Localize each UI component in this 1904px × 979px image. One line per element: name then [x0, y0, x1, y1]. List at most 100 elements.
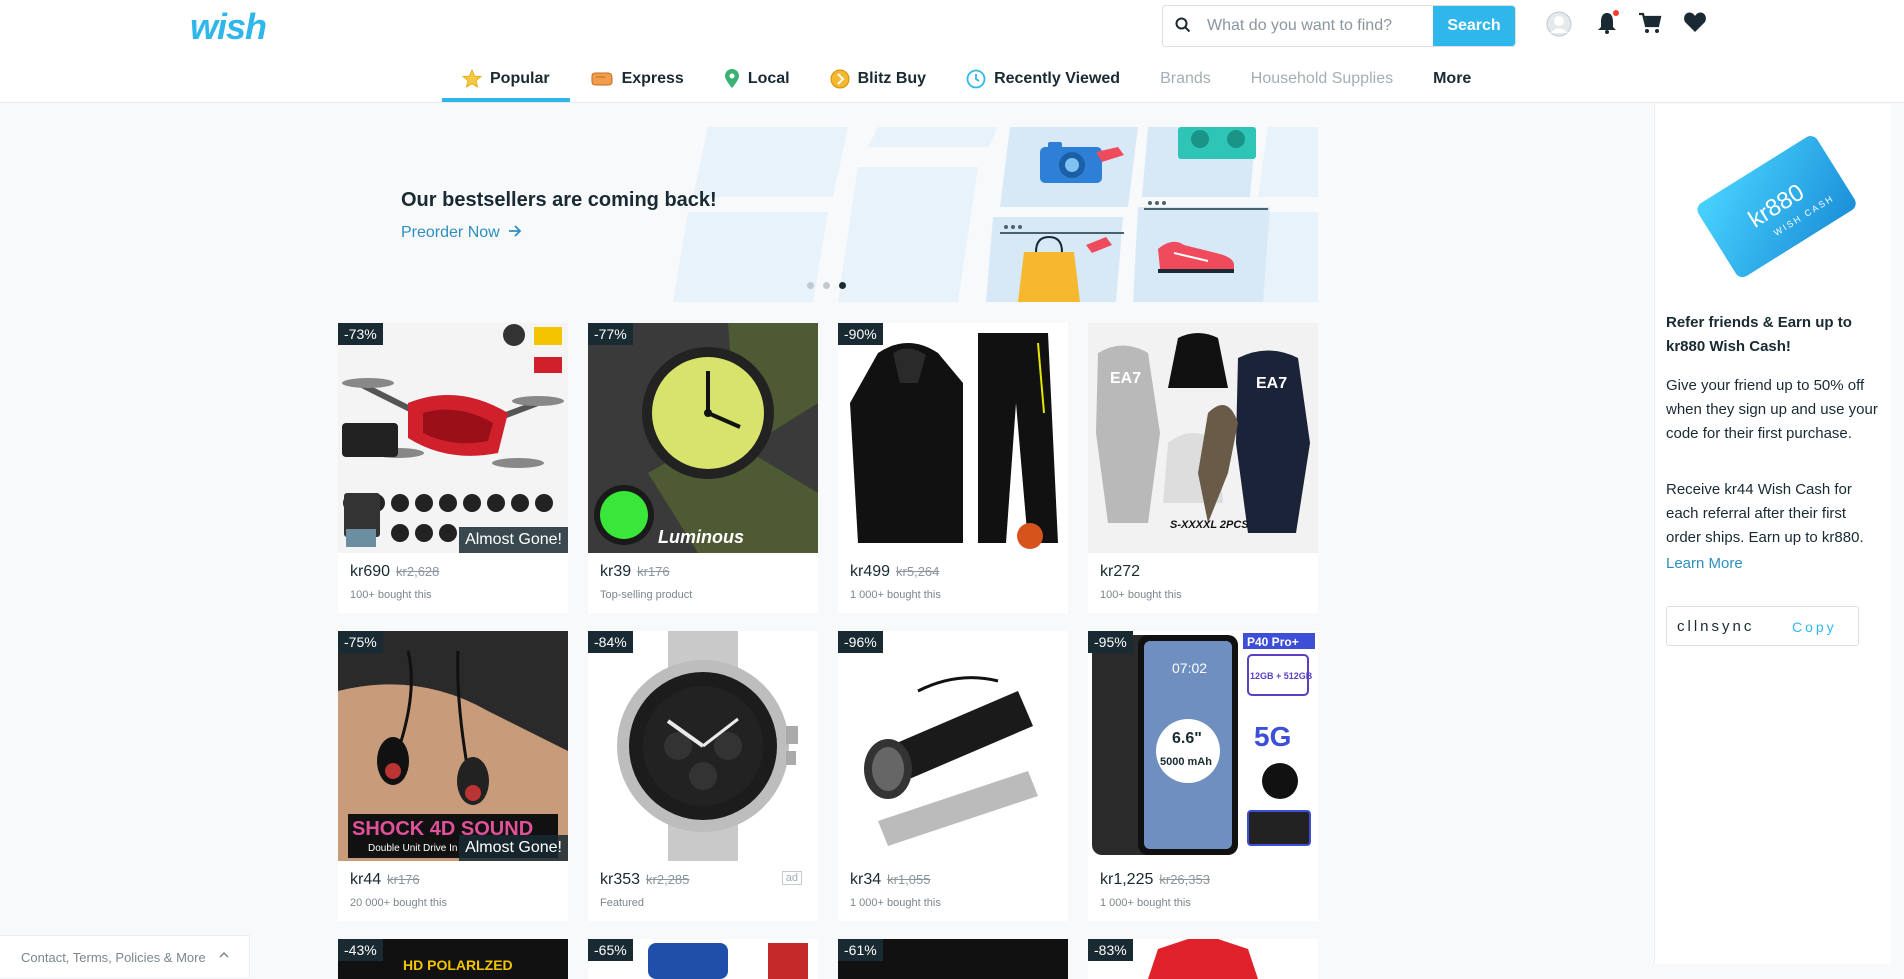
preorder-link-label: Preorder Now [401, 224, 500, 241]
bought-count: 1 000+ bought this [850, 589, 941, 601]
product-card[interactable]: HD POLARLZED -43% [338, 939, 568, 979]
green-watch-image: Luminous [588, 323, 818, 553]
arrow-right-icon [509, 225, 522, 237]
ea7-logo-text: EA7 [1110, 370, 1141, 387]
tab-household-supplies[interactable]: Household Supplies [1231, 56, 1413, 102]
battery-text: 5000 mAh [1160, 756, 1212, 768]
price-row: kr499 kr5,264 [838, 553, 1068, 583]
tab-popular[interactable]: Popular [442, 56, 570, 102]
copy-button[interactable]: Copy [1792, 619, 1837, 635]
ad-badge: ad [781, 871, 802, 885]
discount-badge: -65% [588, 939, 633, 961]
bought-count: Top-selling product [600, 589, 693, 601]
price: kr44 [350, 871, 382, 888]
discount-badge: -43% [338, 939, 383, 961]
product-card[interactable]: SHOCK 4D SOUND Double Unit Drive In -75%… [338, 631, 568, 921]
product-image: -84% [588, 631, 818, 861]
silver-watch-image [588, 631, 818, 861]
refer-description: Give your friend up to 50% off when they… [1666, 377, 1878, 442]
watch-image-text: Luminous [658, 527, 744, 547]
product-image: -83% [1088, 939, 1318, 979]
wish-logo[interactable]: wish [190, 6, 267, 48]
price-row: kr39 kr176 [588, 553, 818, 583]
product-card[interactable]: -61% [838, 939, 1068, 979]
product-image: SHOCK 4D SOUND Double Unit Drive In -75%… [338, 631, 568, 861]
search-bar: Search [1162, 5, 1516, 47]
product-card[interactable]: 07:02 6.6" 5000 mAh P40 Pro+ 12GB + 512G… [1088, 631, 1318, 921]
price-row: kr1,225 kr26,353 [1088, 861, 1318, 891]
phone-image: 07:02 6.6" 5000 mAh P40 Pro+ 12GB + 512G… [1088, 631, 1318, 861]
preorder-now-link[interactable]: Preorder Now [401, 224, 522, 242]
product-card[interactable]: Luminous -77% kr39 kr176 Top-selling prod… [588, 323, 818, 613]
almost-gone-label: Almost Gone! [459, 527, 568, 553]
product-card[interactable]: -84% kr353 kr2,285 ad Featured [588, 631, 818, 921]
referral-code: cllnsync [1677, 618, 1755, 635]
learn-more-link[interactable]: Learn More [1666, 555, 1743, 572]
banner-title: Our bestsellers are coming back! [401, 189, 717, 211]
product-card[interactable]: -73% Almost Gone! kr690 kr2,628 100+ boug… [338, 323, 568, 613]
footer-label: Contact, Terms, Policies & More [21, 950, 206, 965]
discount-badge: -75% [338, 631, 383, 653]
product-image: -61% [838, 939, 1068, 979]
earphones-image: SHOCK 4D SOUND Double Unit Drive In [338, 631, 568, 861]
star-icon [462, 69, 482, 89]
price: kr353 [600, 871, 641, 888]
tab-label: Brands [1160, 70, 1211, 87]
blitz-coin-icon [830, 69, 850, 89]
refer-panel: kr880 WISH CASH Refer friends & Earn up … [1654, 104, 1891, 964]
sizes-text: S-XXXXL 2PCS [1170, 519, 1249, 531]
product-card[interactable]: EA7 EA7 S-XXXXL 2PCS kr272 100+ bought t… [1088, 323, 1318, 613]
tracksuit-image: EA7 EA7 S-XXXXL 2PCS [1088, 323, 1318, 553]
carousel-dots [807, 282, 846, 289]
discount-badge: -77% [588, 323, 633, 345]
tab-brands[interactable]: Brands [1140, 56, 1231, 102]
cart-icon[interactable] [1638, 11, 1662, 35]
almost-gone-label: Almost Gone! [459, 835, 568, 861]
product-card[interactable]: -90% kr499 kr5,264 1 000+ bought this [838, 323, 1068, 613]
footer-toggle[interactable]: Contact, Terms, Policies & More [0, 935, 250, 977]
avatar-icon[interactable] [1546, 11, 1572, 37]
price: kr39 [600, 563, 632, 580]
tab-label: Express [621, 70, 684, 87]
price-row: kr34 kr1,055 [838, 861, 1068, 891]
price: kr272 [1100, 563, 1141, 580]
ea7-logo-text: EA7 [1256, 375, 1287, 392]
carousel-dot[interactable] [823, 282, 830, 289]
bought-count: 1 000+ bought this [850, 897, 941, 909]
tab-express[interactable]: Express [570, 56, 704, 102]
heart-icon[interactable] [1683, 11, 1707, 33]
tab-label: Local [747, 70, 790, 87]
bought-count: 1 000+ bought this [1100, 897, 1191, 909]
tab-recently-viewed[interactable]: Recently Viewed [946, 56, 1140, 102]
promo-banner[interactable]: Our bestsellers are coming back! Preorde… [338, 127, 1318, 302]
top-header: wish Search Popular [0, 0, 1904, 103]
product-card[interactable]: -65% [588, 939, 818, 979]
bought-count: 100+ bought this [350, 589, 432, 601]
price: kr499 [850, 563, 891, 580]
search-button[interactable]: Search [1433, 6, 1515, 46]
tab-more[interactable]: More [1413, 56, 1491, 102]
screen-size-text: 6.6" [1172, 730, 1202, 747]
referral-code-box: cllnsync Copy [1666, 606, 1859, 646]
tab-label: Blitz Buy [857, 70, 927, 87]
product-image: HD POLARLZED -43% [338, 939, 568, 979]
original-price: kr1,055 [887, 872, 931, 887]
featured-label: Featured [600, 897, 645, 909]
category-nav: Popular Express Local Blitz Buy Recently… [442, 56, 1491, 102]
price: kr34 [850, 871, 882, 888]
product-image: -96% [838, 631, 1068, 861]
discount-badge: -61% [838, 939, 883, 961]
memory-text: 12GB + 512GB [1250, 671, 1313, 681]
carousel-dot-active[interactable] [839, 282, 846, 289]
tab-local[interactable]: Local [704, 56, 810, 102]
carousel-dot[interactable] [807, 282, 814, 289]
tab-blitz-buy[interactable]: Blitz Buy [810, 56, 946, 102]
product-image: 07:02 6.6" 5000 mAh P40 Pro+ 12GB + 512G… [1088, 631, 1318, 861]
discount-badge: -84% [588, 631, 633, 653]
search-icon [1175, 17, 1191, 33]
product-card[interactable]: -96% kr34 kr1,055 1 000+ bought this [838, 631, 1068, 921]
product-card[interactable]: -83% [1088, 939, 1318, 979]
phone-time-text: 07:02 [1172, 660, 1207, 676]
refer-reward-description: Receive kr44 Wish Cash for each referral… [1666, 481, 1864, 546]
tab-label: Household Supplies [1250, 70, 1394, 87]
